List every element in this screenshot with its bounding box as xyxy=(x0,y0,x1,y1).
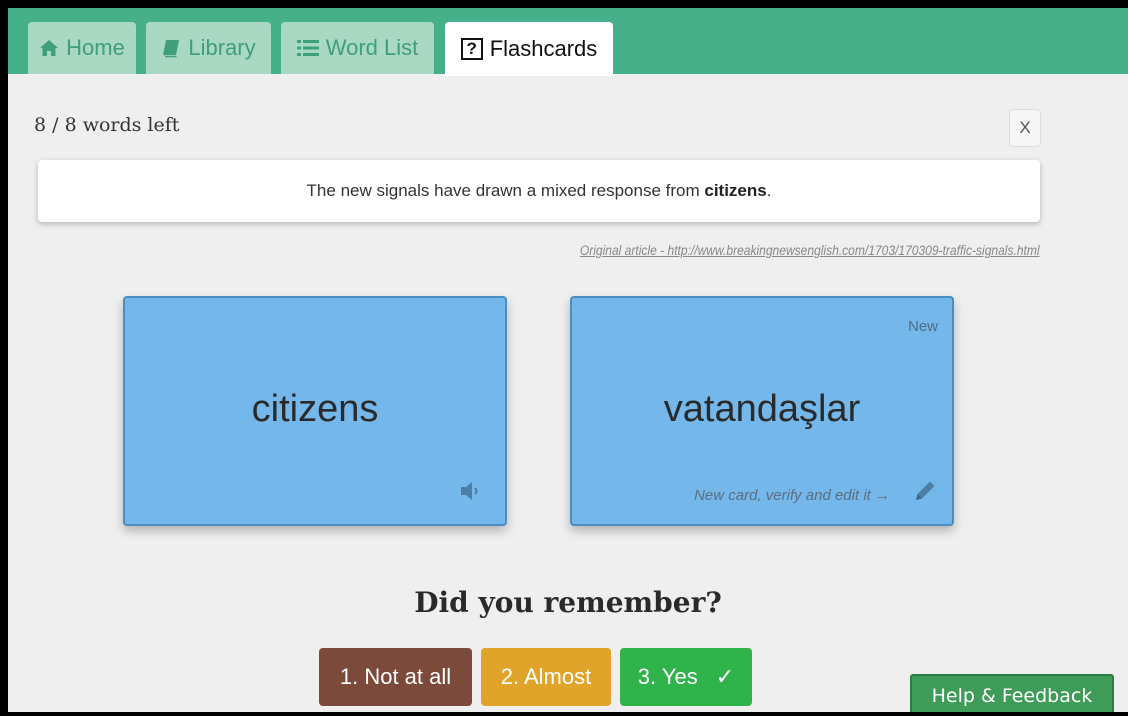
list-icon xyxy=(296,39,319,57)
sentence-before: The new signals have drawn a mixed respo… xyxy=(306,181,705,200)
tab-label: Home xyxy=(66,35,125,60)
speaker-icon[interactable] xyxy=(459,480,483,506)
sentence-highlight: citizens xyxy=(704,181,767,200)
book-icon xyxy=(161,38,181,58)
almost-button[interactable]: 2. Almost xyxy=(481,648,611,706)
not-at-all-button[interactable]: 1. Not at all xyxy=(319,648,472,706)
yes-button[interactable]: 3. Yes ✓ xyxy=(620,648,752,706)
home-icon xyxy=(39,39,59,57)
words-left-counter: 8 / 8 words left xyxy=(34,114,180,136)
edit-card-hint[interactable]: New card, verify and edit it → xyxy=(694,487,890,504)
context-sentence: The new signals have drawn a mixed respo… xyxy=(38,160,1040,222)
tab-bar: Home Library Word List ? Flashcards xyxy=(8,8,1128,76)
card-translation: vatandaşlar xyxy=(663,388,861,430)
sentence-text: The new signals have drawn a mixed respo… xyxy=(307,181,772,201)
tab-label: Word List xyxy=(325,35,419,60)
answer-label: 2. Almost xyxy=(500,664,592,689)
answer-label: 3. Yes xyxy=(637,664,698,689)
help-feedback-button[interactable]: Help & Feedback xyxy=(910,674,1114,712)
sentence-after: . xyxy=(766,181,772,200)
close-button[interactable]: X xyxy=(1009,109,1041,147)
check-icon: ✓ xyxy=(715,664,735,689)
tab-label: Library xyxy=(188,35,256,60)
tab-library[interactable]: Library xyxy=(146,22,271,74)
answer-label: 1. Not at all xyxy=(339,664,452,689)
pencil-icon[interactable] xyxy=(912,478,938,508)
tab-label: Flashcards xyxy=(489,36,598,61)
source-article-link[interactable]: Original article - http://www.breakingne… xyxy=(580,242,1040,258)
app-frame: Home Library Word List ? Flashcards 8 / … xyxy=(8,8,1128,712)
tab-home[interactable]: Home xyxy=(28,22,136,74)
new-card-badge: New xyxy=(907,318,938,335)
question-box-icon: ? xyxy=(460,38,483,60)
flashcard-back[interactable]: New vatandaşlar New card, verify and edi… xyxy=(570,296,954,526)
tab-flashcards[interactable]: ? Flashcards xyxy=(445,22,613,76)
recall-question: Did you remember? xyxy=(414,586,722,619)
card-word: citizens xyxy=(251,388,379,430)
tab-word-list[interactable]: Word List xyxy=(281,22,434,74)
flashcard-front[interactable]: citizens xyxy=(123,296,507,526)
